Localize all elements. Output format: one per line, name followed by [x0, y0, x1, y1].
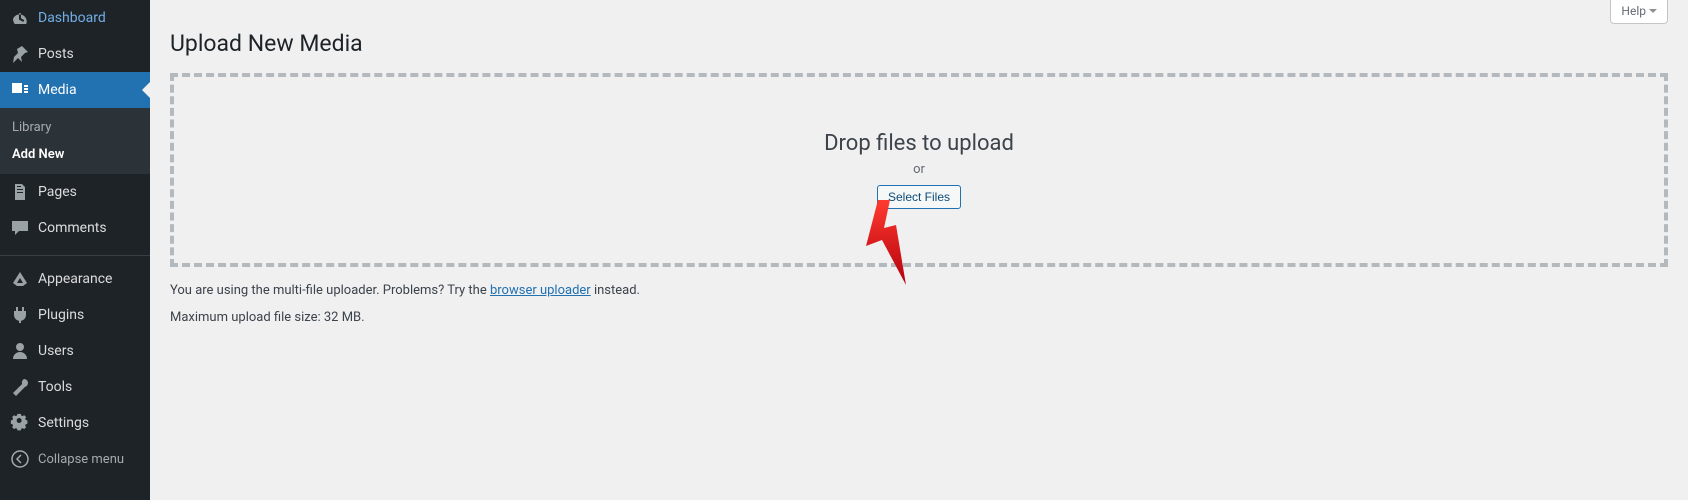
sidebar-collapse[interactable]: Collapse menu	[0, 441, 150, 477]
sidebar-item-label: Plugins	[38, 307, 84, 323]
sidebar-item-label: Appearance	[38, 271, 112, 287]
hint-suffix: instead.	[591, 283, 640, 298]
pin-icon	[10, 44, 30, 64]
sidebar-item-posts[interactable]: Posts	[0, 36, 150, 72]
page-title: Upload New Media	[170, 30, 1668, 57]
sidebar-submenu-media: Library Add New	[0, 108, 150, 174]
sidebar-sub-add-new[interactable]: Add New	[0, 141, 150, 168]
upload-drop-zone[interactable]: Drop files to upload or Select Files	[170, 73, 1668, 267]
collapse-icon	[10, 449, 30, 469]
plugins-icon	[10, 305, 30, 325]
help-label: Help	[1621, 4, 1646, 18]
sidebar-item-tools[interactable]: Tools	[0, 369, 150, 405]
help-tab-button[interactable]: Help	[1610, 0, 1668, 24]
hint-prefix: You are using the multi-file uploader. P…	[170, 283, 490, 298]
appearance-icon	[10, 269, 30, 289]
chevron-down-icon	[1649, 9, 1657, 17]
sidebar-item-users[interactable]: Users	[0, 333, 150, 369]
users-icon	[10, 341, 30, 361]
drop-zone-title: Drop files to upload	[824, 131, 1014, 156]
sidebar-item-label: Tools	[38, 379, 72, 395]
sidebar-item-label: Media	[38, 82, 77, 98]
sidebar-item-label: Posts	[38, 46, 74, 62]
sidebar-sub-library[interactable]: Library	[0, 114, 150, 141]
browser-uploader-link[interactable]: browser uploader	[490, 283, 591, 298]
sidebar-item-label: Settings	[38, 415, 89, 431]
select-files-button[interactable]: Select Files	[877, 185, 961, 209]
uploader-hint: You are using the multi-file uploader. P…	[170, 283, 1668, 298]
sidebar-item-plugins[interactable]: Plugins	[0, 297, 150, 333]
sidebar-item-comments[interactable]: Comments	[0, 210, 150, 246]
tools-icon	[10, 377, 30, 397]
sidebar-collapse-label: Collapse menu	[38, 452, 124, 467]
sidebar-item-pages[interactable]: Pages	[0, 174, 150, 210]
sidebar-item-appearance[interactable]: Appearance	[0, 261, 150, 297]
dashboard-icon	[10, 8, 30, 28]
sidebar-item-media[interactable]: Media	[0, 72, 150, 108]
sidebar-item-label: Pages	[38, 184, 77, 200]
sidebar-item-label: Users	[38, 343, 74, 359]
comments-icon	[10, 218, 30, 238]
drop-zone-or: or	[913, 162, 925, 177]
main-content: Help Upload New Media Drop files to uplo…	[150, 0, 1688, 500]
sidebar-item-label: Dashboard	[38, 10, 106, 26]
settings-icon	[10, 413, 30, 433]
sidebar-item-settings[interactable]: Settings	[0, 405, 150, 441]
sidebar-separator	[0, 251, 150, 256]
media-icon	[10, 80, 30, 100]
max-upload-size: Maximum upload file size: 32 MB.	[170, 310, 1668, 325]
sidebar-item-label: Comments	[38, 220, 107, 236]
pages-icon	[10, 182, 30, 202]
admin-sidebar: Dashboard Posts Media Library Add New Pa…	[0, 0, 150, 500]
sidebar-item-dashboard[interactable]: Dashboard	[0, 0, 150, 36]
